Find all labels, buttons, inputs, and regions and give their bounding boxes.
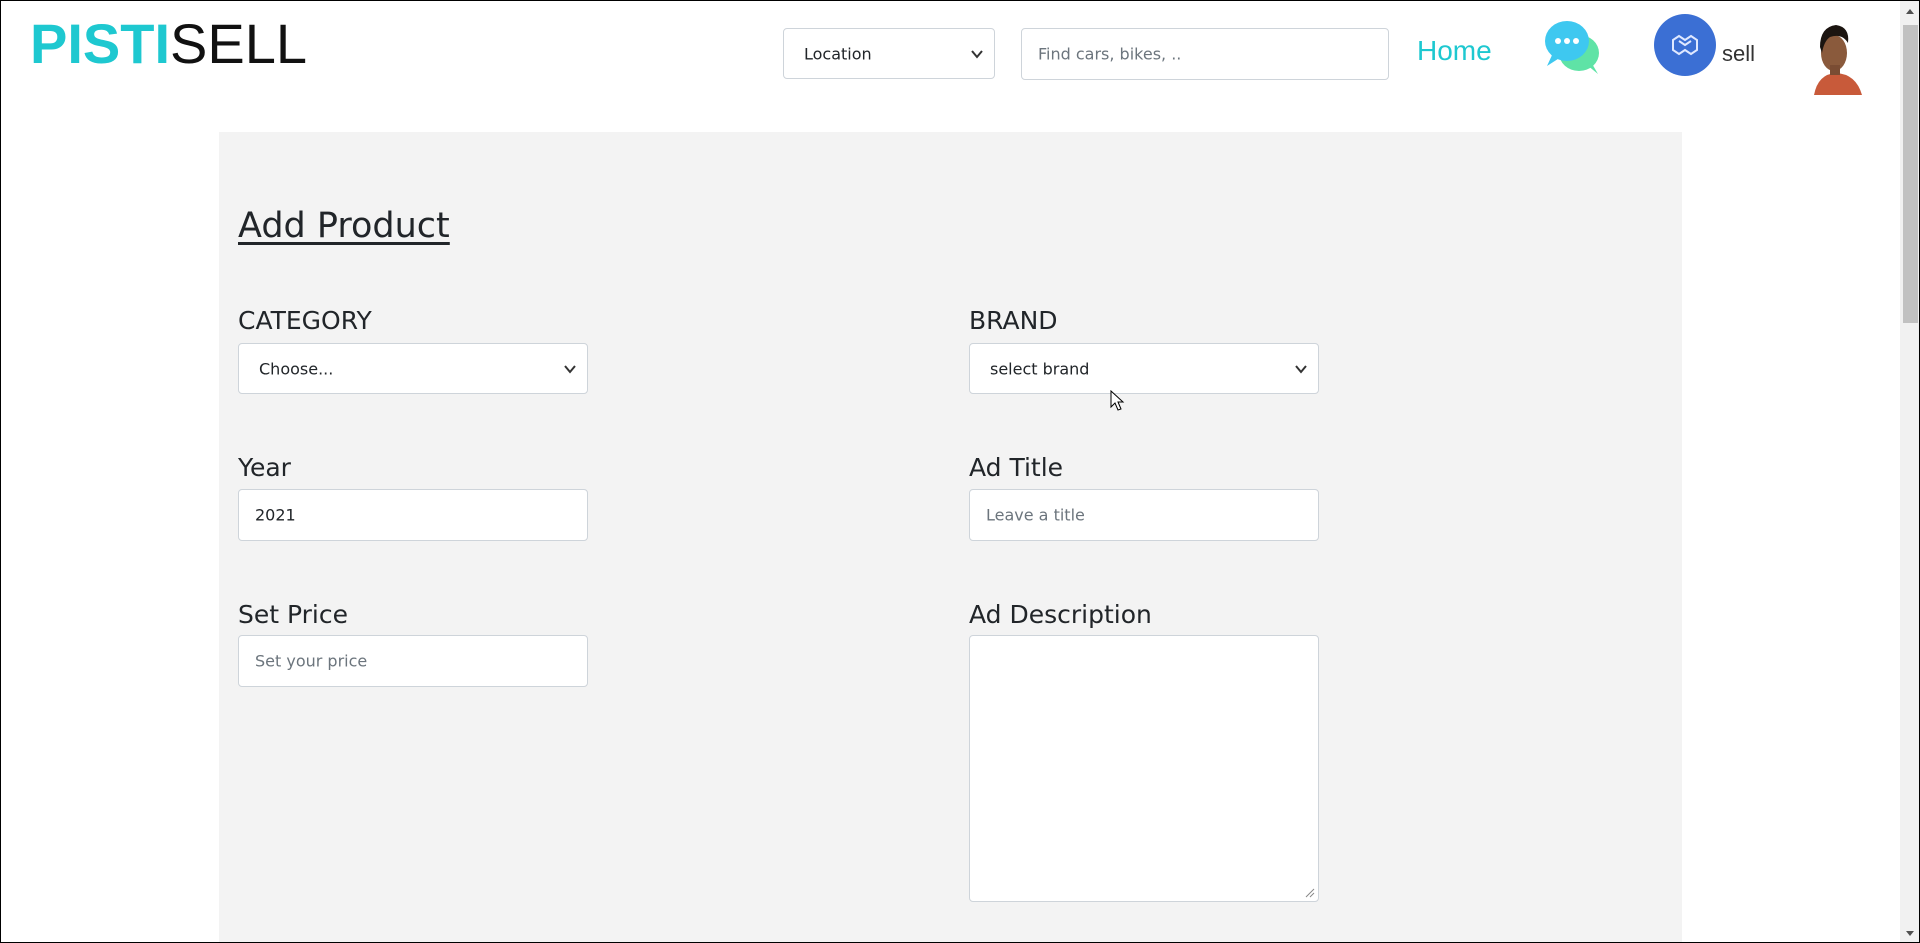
sell-icon — [1672, 34, 1698, 56]
price-placeholder: Set your price — [255, 651, 368, 671]
sell-button[interactable] — [1654, 14, 1716, 76]
category-select-value: Choose... — [259, 359, 334, 378]
scroll-up-arrow-icon[interactable] — [1905, 7, 1915, 15]
vertical-scrollbar[interactable] — [1900, 1, 1919, 942]
logo-part-1: PISTI — [30, 12, 171, 75]
category-select[interactable]: Choose... — [238, 343, 588, 394]
mouse-cursor-icon — [1110, 390, 1125, 411]
ad-title-placeholder: Leave a title — [986, 505, 1085, 525]
user-avatar[interactable] — [1806, 19, 1866, 95]
logo-part-2: SELL — [170, 12, 308, 75]
year-input[interactable]: 2021 — [238, 489, 588, 541]
ad-title-label: Ad Title — [969, 453, 1064, 482]
description-textarea[interactable] — [969, 635, 1319, 902]
sell-label[interactable]: sell — [1722, 41, 1755, 67]
chat-bubbles-icon[interactable] — [1543, 18, 1601, 76]
page: PISTISELL Location Find cars, bikes, .. … — [0, 0, 1920, 943]
description-label: Ad Description — [969, 600, 1152, 629]
chevron-down-icon — [564, 364, 576, 374]
home-link[interactable]: Home — [1417, 35, 1492, 67]
brand-select-value: select brand — [990, 359, 1090, 378]
logo[interactable]: PISTISELL — [30, 15, 307, 73]
scrollbar-thumb[interactable] — [1903, 25, 1918, 323]
resize-handle-icon[interactable] — [1305, 888, 1315, 898]
year-value: 2021 — [255, 505, 296, 525]
chevron-down-icon — [1295, 364, 1307, 374]
price-input[interactable]: Set your price — [238, 635, 588, 687]
ad-title-input[interactable]: Leave a title — [969, 489, 1319, 541]
scroll-down-arrow-icon[interactable] — [1905, 930, 1915, 938]
search-input[interactable]: Find cars, bikes, .. — [1021, 28, 1389, 80]
location-select[interactable]: Location — [783, 28, 995, 79]
chevron-down-icon — [971, 49, 983, 59]
brand-label: BRAND — [969, 306, 1058, 335]
brand-select[interactable]: select brand — [969, 343, 1319, 394]
location-select-value: Location — [804, 44, 872, 63]
search-placeholder: Find cars, bikes, .. — [1038, 44, 1182, 64]
price-label: Set Price — [238, 600, 348, 629]
category-label: CATEGORY — [238, 306, 372, 335]
page-title: Add Product — [238, 206, 450, 246]
year-label: Year — [238, 453, 291, 482]
